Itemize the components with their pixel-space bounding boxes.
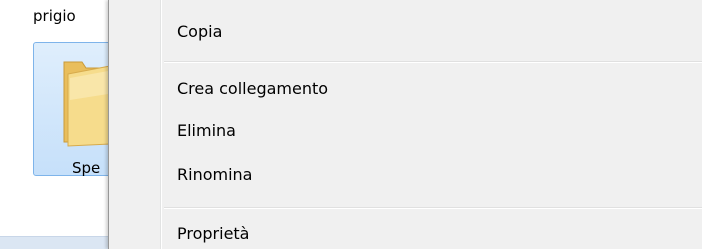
menu-icon-gutter	[160, 0, 162, 249]
selected-folder-item[interactable]: Spe	[33, 42, 113, 177]
file-item-label[interactable]: prigio	[33, 9, 76, 24]
selected-folder-label: Spe	[72, 159, 101, 177]
menu-item-properties[interactable]: Proprietà	[177, 224, 249, 244]
menu-separator	[164, 61, 702, 63]
details-strip	[0, 236, 108, 249]
menu-item-rename[interactable]: Rinomina	[177, 165, 252, 185]
menu-item-copy[interactable]: Copia	[177, 22, 222, 42]
menu-item-delete[interactable]: Elimina	[177, 121, 236, 141]
menu-separator	[164, 207, 702, 209]
menu-item-create-shortcut[interactable]: Crea collegamento	[177, 79, 328, 99]
context-menu: Copia Crea collegamento Elimina Rinomina…	[108, 0, 702, 249]
explorer-file-pane: prigio Spe	[0, 0, 113, 249]
